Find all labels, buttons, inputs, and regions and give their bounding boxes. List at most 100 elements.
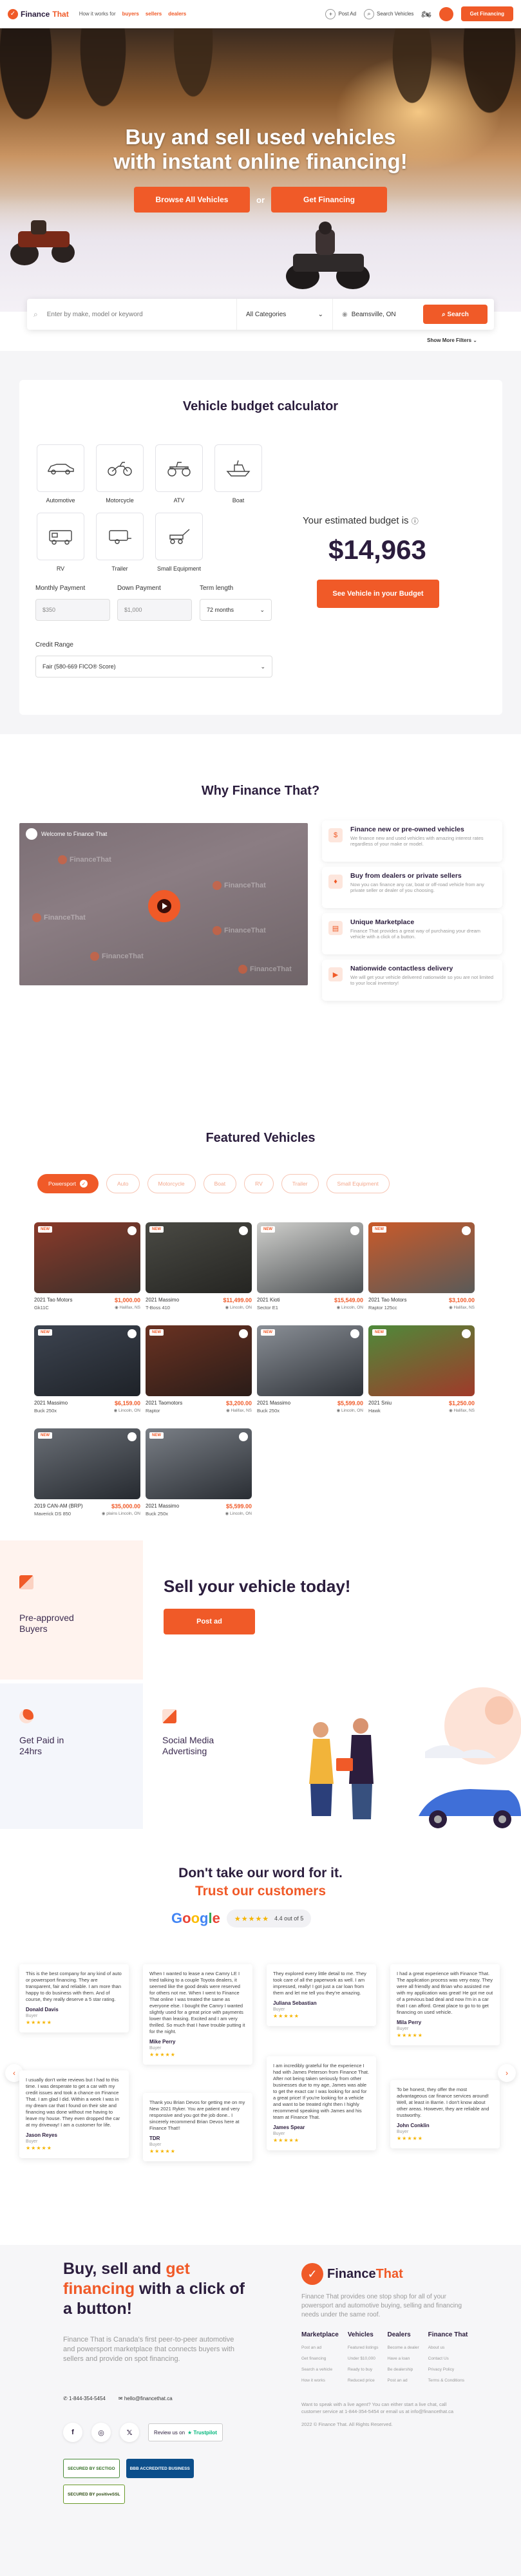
vehicle-card[interactable]: NEW 2021 Kioti $15,549.00 Sector E1 ◉ Lincol… xyxy=(257,1222,363,1319)
filter-trailer[interactable]: Trailer xyxy=(281,1174,319,1193)
filter-auto[interactable]: Auto xyxy=(106,1174,140,1193)
feature-item: ▤ Unique Marketplace Finance That provid… xyxy=(322,913,502,954)
vehicle-card[interactable]: NEW 2021 Massimo $5,599.00 Buck 250x ◉ Linco… xyxy=(146,1428,252,1525)
favorite-icon[interactable] xyxy=(239,1432,248,1441)
filter-small-equipment[interactable]: Small Equipment xyxy=(326,1174,390,1193)
vehicle-type-motorcycle[interactable]: Motorcycle xyxy=(95,444,145,504)
info-icon[interactable]: ⓘ xyxy=(412,518,419,526)
trustpilot-badge[interactable]: Review us on ★ Trustpilot xyxy=(148,2423,223,2441)
favorite-icon[interactable] xyxy=(128,1226,137,1235)
vehicle-location: ◉ plains Lincoln, ON xyxy=(102,1511,140,1517)
vehicle-type-boat[interactable]: Boat xyxy=(213,444,263,504)
footer-link[interactable]: About us xyxy=(428,2345,468,2350)
location-input[interactable]: ◉ Beamsville, ON xyxy=(333,311,423,318)
monthly-payment-input[interactable]: $350 xyxy=(35,599,110,621)
star-rating-icon: ★★★★★ xyxy=(149,2052,176,2058)
instagram-icon[interactable]: ◎ xyxy=(91,2423,111,2442)
bbb-seal: BBB ACCREDITED BUSINESS xyxy=(126,2459,194,2478)
intro-video[interactable]: Welcome to Finance That FinanceThat Fina… xyxy=(19,823,308,985)
footer-link[interactable]: Be dealership xyxy=(388,2367,419,2372)
vehicle-type-small-equipment[interactable]: Small Equipment xyxy=(154,513,204,572)
review-text: This is the best company for any kind of… xyxy=(26,1971,122,2002)
vehicle-model: T-Boss 410 xyxy=(146,1305,170,1311)
hero-get-financing-button[interactable]: Get Financing xyxy=(271,187,387,213)
avatar[interactable] xyxy=(439,6,453,21)
favorite-icon[interactable] xyxy=(128,1432,137,1441)
twitter-icon[interactable]: 𝕏 xyxy=(120,2423,139,2442)
filter-boat[interactable]: Boat xyxy=(203,1174,237,1193)
footer-link[interactable]: Contact Us xyxy=(428,2356,468,2361)
favorite-icon[interactable] xyxy=(128,1329,137,1338)
footer-link[interactable]: Under $10,000 xyxy=(348,2356,379,2361)
footer-link[interactable]: Ready to buy xyxy=(348,2367,379,2372)
filter-rv[interactable]: RV xyxy=(244,1174,274,1193)
favorite-icon[interactable] xyxy=(462,1329,471,1338)
favorite-icon[interactable] xyxy=(239,1329,248,1338)
favorite-icon[interactable] xyxy=(350,1226,359,1235)
favorite-icon[interactable] xyxy=(462,1226,471,1235)
search-vehicles-link[interactable]: ⌕ Search Vehicles xyxy=(364,8,413,19)
review-card: I had a great experience with Finance Th… xyxy=(390,1964,500,2045)
credit-range-select[interactable]: Fair (580-669 FICO® Score) ⌄ xyxy=(35,656,272,677)
footer-link[interactable]: Get financing xyxy=(301,2356,339,2361)
footer-link[interactable]: Terms & Conditions xyxy=(428,2378,468,2383)
footer-link[interactable]: Featured listings xyxy=(348,2345,379,2350)
phone-link[interactable]: ✆ 1-844-354-5454 xyxy=(63,2396,106,2401)
vehicle-card[interactable]: NEW 2021 Massimo $5,599.00 Buck 250x ◉ Linco… xyxy=(257,1325,363,1422)
vehicle-card[interactable]: NEW 2019 CAN-AM (BRP) $35,000.00 Maverick D… xyxy=(34,1428,140,1525)
vehicle-type-rv[interactable]: RV xyxy=(35,513,86,572)
vehicle-type-atv[interactable]: ATV xyxy=(154,444,204,504)
play-button[interactable] xyxy=(148,890,180,922)
search-button[interactable]: ⌕ Search xyxy=(423,305,488,324)
post-ad-button[interactable]: Post ad xyxy=(164,1609,255,1634)
vehicle-card[interactable]: NEW 2021 Massimo $6,159.00 Buck 250x ◉ Linco… xyxy=(34,1325,140,1422)
filter-motorcycle[interactable]: Motorcycle xyxy=(147,1174,196,1193)
nav-link-buyers[interactable]: buyers xyxy=(122,11,139,17)
nav-link-sellers[interactable]: sellers xyxy=(146,11,162,17)
logo-icon: ✓ xyxy=(301,2263,323,2285)
browse-vehicles-button[interactable]: Browse All Vehicles xyxy=(134,187,250,213)
footer-link[interactable]: Search a vehicle xyxy=(301,2367,339,2372)
vehicle-type-trailer[interactable]: Trailer xyxy=(95,513,145,572)
next-review-button[interactable]: › xyxy=(498,2064,516,2082)
vehicle-card[interactable]: NEW 2021 Sniu $1,250.00 Hawk ◉ Halifax, NS xyxy=(368,1325,475,1422)
footer-link[interactable]: How it works xyxy=(301,2378,339,2383)
filter-powersport[interactable]: Powersport ✓ xyxy=(37,1174,99,1193)
vehicle-location: ◉ Lincoln, ON xyxy=(225,1305,252,1311)
facebook-icon[interactable]: f xyxy=(63,2423,82,2442)
down-payment-input[interactable]: $1,000 xyxy=(117,599,192,621)
vehicle-icon[interactable]: 🏍 xyxy=(421,10,431,19)
nav-link-dealers[interactable]: dealers xyxy=(168,11,186,17)
vehicle-name: 2021 Massimo xyxy=(146,1297,180,1303)
email-address: hello@financethat.ca xyxy=(124,2396,173,2401)
keyword-input[interactable]: Enter by make, model or keyword xyxy=(38,311,236,318)
get-financing-button[interactable]: Get Financing xyxy=(460,6,513,21)
vehicle-card[interactable]: NEW 2021 Massimo $11,499.00 T-Boss 410 ◉ Lin… xyxy=(146,1222,252,1319)
favorite-icon[interactable] xyxy=(350,1329,359,1338)
footer-brand[interactable]: ✓ Finance That xyxy=(301,2263,495,2285)
favorite-icon[interactable] xyxy=(239,1226,248,1235)
boat-icon xyxy=(214,444,262,492)
post-ad-link[interactable]: + Post Ad xyxy=(325,8,356,19)
new-badge: NEW xyxy=(38,1226,52,1233)
term-length-select[interactable]: 72 months ⌄ xyxy=(200,599,272,621)
show-more-filters-link[interactable]: Show More Filters ⌄ xyxy=(427,337,477,343)
footer-link[interactable]: Post an ad xyxy=(388,2378,419,2383)
see-vehicles-in-budget-button[interactable]: See Vehicle in your Budget xyxy=(317,580,439,608)
footer-link[interactable]: Become a dealer xyxy=(388,2345,419,2350)
vehicle-price: $5,599.00 xyxy=(337,1400,363,1406)
email-link[interactable]: ✉ hello@financethat.ca xyxy=(118,2396,173,2401)
vehicle-card[interactable]: NEW 2021 Tao Motors $3,100.00 Raptor 125cc ◉… xyxy=(368,1222,475,1319)
vehicle-type-automotive[interactable]: Automotive xyxy=(35,444,86,504)
location-value: Beamsville, ON xyxy=(351,310,396,318)
footer-link[interactable]: Reduced price xyxy=(348,2378,379,2383)
reviewer-name: Donald Davis xyxy=(26,2007,59,2012)
footer-link[interactable]: Privacy Policy xyxy=(428,2367,468,2372)
watermark-text: FinanceThat xyxy=(224,927,266,934)
category-select[interactable]: All Categories ⌄ xyxy=(236,299,333,330)
footer-link[interactable]: Have a loan xyxy=(388,2356,419,2361)
footer-link[interactable]: Post an ad xyxy=(301,2345,339,2350)
vehicle-card[interactable]: NEW 2021 Tao Motors $1,000.00 Gk11C ◉ Halifa… xyxy=(34,1222,140,1319)
brand-logo[interactable]: ✓ Finance That xyxy=(8,8,69,19)
vehicle-card[interactable]: NEW 2021 Taomotors $3,200.00 Raptor ◉ Halifa… xyxy=(146,1325,252,1422)
